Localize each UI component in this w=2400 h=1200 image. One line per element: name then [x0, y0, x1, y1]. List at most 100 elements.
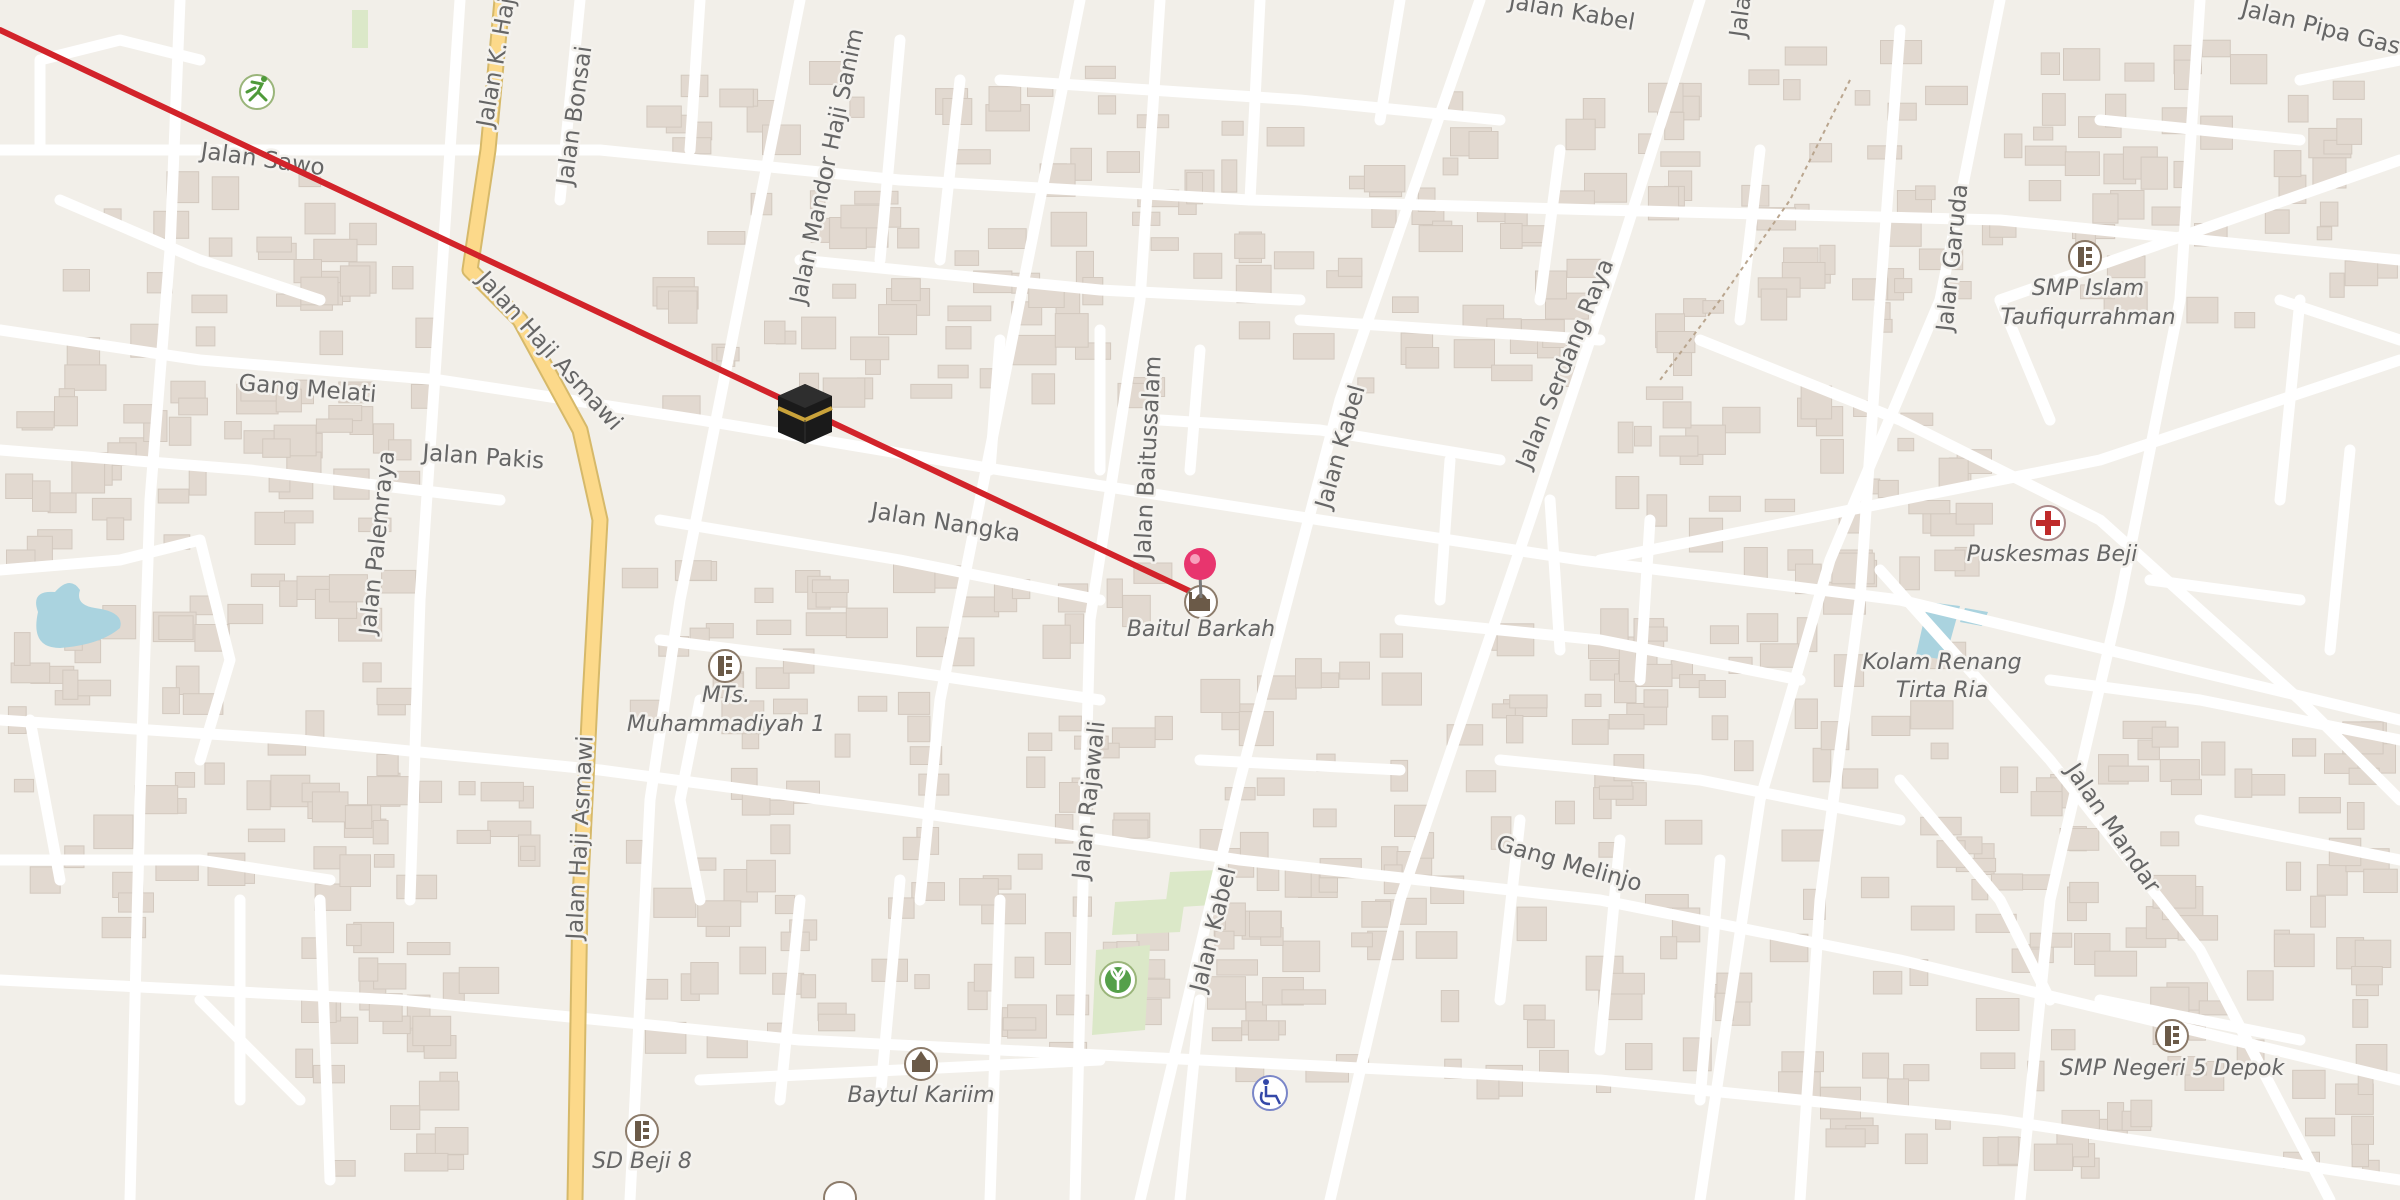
building [1106, 151, 1140, 173]
building [845, 607, 888, 639]
building [2051, 1029, 2076, 1051]
building [818, 1013, 856, 1032]
building [2124, 62, 2155, 82]
building [987, 228, 1027, 249]
building [719, 88, 754, 108]
building [2151, 726, 2179, 748]
building [707, 231, 746, 245]
building [434, 1127, 469, 1155]
building [410, 383, 430, 409]
building [1292, 333, 1335, 360]
building [2346, 802, 2365, 830]
building [64, 364, 107, 391]
building [1615, 476, 1640, 510]
building [2033, 1143, 2074, 1171]
building [328, 405, 363, 422]
building [1980, 1052, 2016, 1069]
building [1894, 278, 1913, 294]
building [208, 237, 233, 257]
building [13, 778, 35, 793]
building [1862, 1052, 1890, 1079]
building [1997, 1136, 2020, 1165]
building [458, 781, 476, 796]
building [2273, 933, 2315, 968]
building [168, 416, 192, 446]
building [10, 662, 51, 684]
building [1523, 1004, 1546, 1020]
poi-label-line2: Muhammadiyah 1 [627, 712, 825, 737]
building [396, 874, 438, 900]
building [406, 942, 451, 956]
building [746, 859, 776, 893]
building [1915, 185, 1936, 201]
building [2354, 939, 2392, 969]
building [1708, 495, 1741, 512]
building [2003, 133, 2023, 159]
building [256, 236, 292, 253]
building [2298, 797, 2341, 814]
building [2064, 151, 2100, 177]
building [2108, 765, 2149, 782]
building [774, 894, 796, 915]
building [1465, 770, 1497, 793]
building [2130, 1099, 2153, 1128]
building [391, 266, 414, 290]
building [1781, 1051, 1825, 1073]
building [2316, 864, 2348, 896]
building [1910, 700, 1954, 730]
building [878, 304, 918, 336]
poi-label: Baytul Kariim [847, 1083, 994, 1108]
building [840, 204, 885, 229]
building [418, 1080, 460, 1111]
building [204, 762, 225, 785]
building [1698, 680, 1726, 698]
poi-label: SMP Islam [2032, 276, 2144, 301]
building [2316, 226, 2333, 241]
sports-pitch-icon[interactable] [239, 74, 275, 110]
building [1910, 905, 1955, 931]
poi-label: Baitul Barkah [1127, 617, 1275, 642]
kaaba-icon[interactable] [777, 384, 833, 444]
building [1711, 715, 1729, 741]
building [1618, 648, 1637, 682]
building [304, 202, 336, 235]
map-canvas[interactable]: Jalan Sawo Jalan K. Haji Jalan Bonsai Ja… [0, 0, 2400, 1200]
building [1934, 549, 1966, 572]
building [756, 619, 792, 636]
building [954, 250, 980, 266]
building [520, 845, 536, 861]
building [305, 710, 325, 739]
building [1872, 970, 1903, 995]
building [2230, 54, 2268, 85]
building [1897, 437, 1915, 452]
building [315, 418, 353, 433]
building [2292, 738, 2317, 757]
building [1555, 800, 1575, 825]
building [811, 579, 849, 594]
building [1044, 932, 1071, 966]
building [690, 962, 719, 995]
building [1234, 233, 1266, 259]
building [1014, 956, 1035, 979]
building [1442, 157, 1459, 176]
building [247, 828, 286, 843]
building [191, 294, 228, 314]
building [1783, 79, 1801, 101]
building [2000, 766, 2019, 794]
garden-centre-icon[interactable] [1099, 961, 1137, 999]
building [2040, 52, 2060, 76]
building [279, 580, 298, 607]
building [1812, 747, 1832, 783]
building [2041, 93, 2066, 126]
building [988, 86, 1022, 112]
building [1379, 633, 1404, 658]
building [1312, 808, 1337, 828]
building [1221, 120, 1244, 136]
building [945, 326, 972, 350]
building [1256, 777, 1285, 796]
building [1031, 373, 1056, 405]
accessibility-icon[interactable] [1252, 1075, 1288, 1111]
building [2332, 80, 2365, 100]
building [2310, 895, 2326, 928]
building [2285, 861, 2302, 891]
